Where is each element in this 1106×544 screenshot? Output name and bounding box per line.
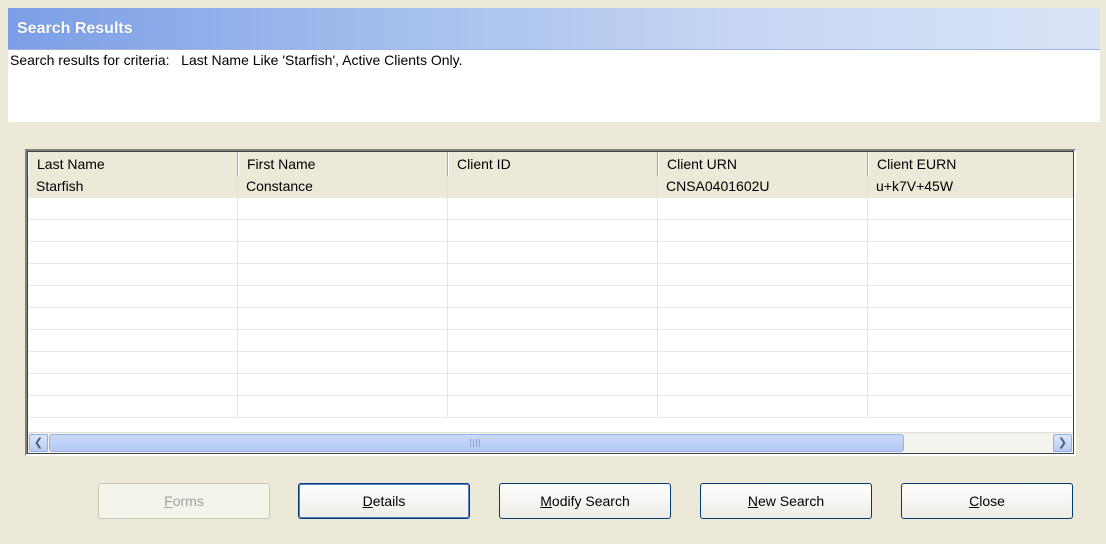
window-title: Search Results — [17, 20, 133, 37]
grid-header: Last Name First Name Client ID Client UR… — [28, 152, 1073, 177]
forms-button[interactable]: Forms — [98, 483, 270, 519]
results-grid-inner: Last Name First Name Client ID Client UR… — [27, 151, 1074, 454]
empty-row — [28, 264, 1073, 286]
column-header-client-eurn[interactable]: Client EURN — [868, 152, 1073, 176]
empty-row — [28, 330, 1073, 352]
scroll-right-arrow-icon[interactable]: ❯ — [1053, 434, 1072, 452]
cell-client-urn: CNSA0401602U — [658, 176, 868, 198]
cell-client-id — [448, 176, 658, 198]
scroll-left-arrow-icon[interactable]: ❮ — [29, 434, 48, 452]
results-grid: Last Name First Name Client ID Client UR… — [25, 149, 1076, 456]
empty-row — [28, 352, 1073, 374]
scrollbar-grip-icon — [470, 439, 482, 447]
empty-row — [28, 242, 1073, 264]
new-search-button[interactable]: New Search — [700, 483, 872, 519]
empty-row — [28, 220, 1073, 242]
search-criteria-text: Search results for criteria: Last Name L… — [10, 52, 463, 68]
cell-first-name: Constance — [238, 176, 448, 198]
column-header-first-name[interactable]: First Name — [238, 152, 448, 176]
details-button[interactable]: Details — [298, 483, 470, 519]
column-header-client-id[interactable]: Client ID — [448, 152, 658, 176]
title-bar[interactable]: Search Results — [8, 8, 1100, 50]
horizontal-scrollbar[interactable]: ❮ ❯ — [28, 432, 1073, 453]
modify-search-button[interactable]: Modify Search — [499, 483, 671, 519]
scrollbar-thumb[interactable] — [49, 434, 904, 452]
search-results-window: Search Results Search results for criter… — [8, 8, 1100, 538]
grid-rows: Starfish Constance CNSA0401602U u+k7V+45… — [28, 176, 1073, 418]
empty-row — [28, 308, 1073, 330]
column-header-last-name[interactable]: Last Name — [28, 152, 238, 176]
empty-row — [28, 198, 1073, 220]
empty-row — [28, 396, 1073, 418]
cell-client-eurn: u+k7V+45W — [868, 176, 1073, 198]
close-button[interactable]: Close — [901, 483, 1073, 519]
column-header-client-urn[interactable]: Client URN — [658, 152, 868, 176]
cell-last-name: Starfish — [28, 176, 238, 198]
table-row[interactable]: Starfish Constance CNSA0401602U u+k7V+45… — [28, 176, 1073, 198]
criteria-panel: Search results for criteria: Last Name L… — [8, 50, 1100, 122]
empty-row — [28, 286, 1073, 308]
empty-row — [28, 374, 1073, 396]
